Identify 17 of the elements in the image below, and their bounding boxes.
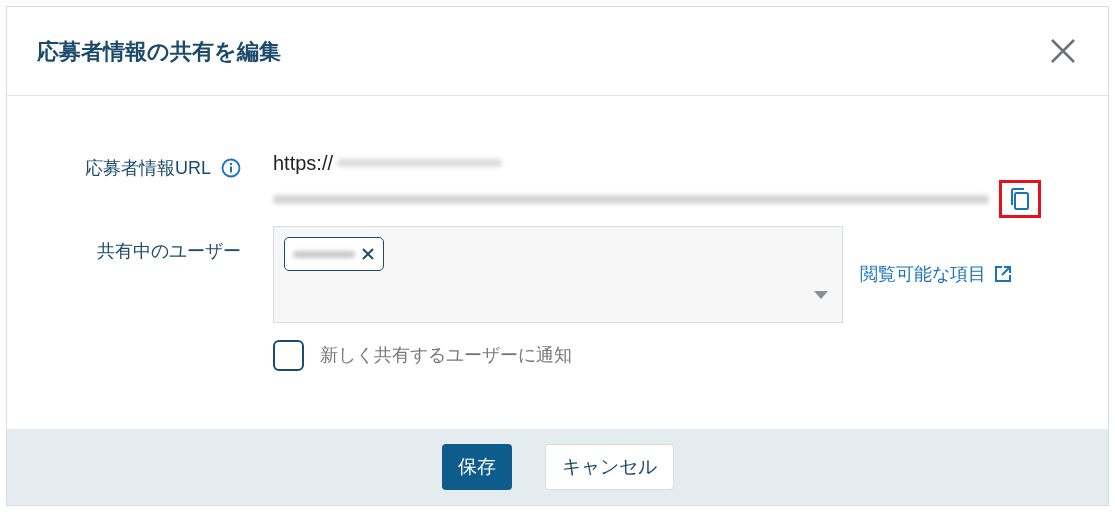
notify-label: 新しく共有するユーザーに通知 [320, 344, 572, 367]
notify-checkbox[interactable] [273, 340, 304, 371]
info-icon[interactable] [221, 158, 241, 178]
copy-button[interactable] [999, 180, 1041, 218]
shared-users-label: 共有中のユーザー [97, 239, 241, 263]
remove-icon[interactable] [361, 247, 375, 261]
copy-icon [1009, 187, 1031, 211]
url-text: https:// [273, 151, 334, 176]
close-icon [1050, 38, 1076, 64]
external-link-icon [994, 265, 1012, 283]
save-button[interactable]: 保存 [441, 444, 512, 490]
viewable-items-link[interactable]: 閲覧可能な項目 [860, 260, 1012, 288]
url-label: 応募者情報URL [85, 156, 211, 180]
dropdown-caret-icon [814, 291, 828, 299]
dialog-title: 応募者情報の共有を編集 [37, 37, 281, 66]
redacted-text [293, 250, 355, 258]
cancel-button[interactable]: キャンセル [544, 444, 674, 490]
